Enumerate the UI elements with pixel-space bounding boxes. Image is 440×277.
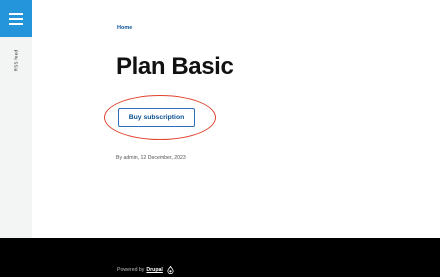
author-date-byline: By admin, 12 December, 2023 bbox=[116, 155, 186, 161]
hamburger-menu-icon[interactable] bbox=[0, 0, 32, 37]
footer bbox=[0, 238, 440, 277]
buy-subscription-button[interactable]: Buy subscription bbox=[118, 108, 195, 127]
menu-line bbox=[9, 12, 23, 15]
powered-by-label: Powered by bbox=[117, 267, 145, 273]
powered-by: Powered by Drupal bbox=[117, 266, 174, 274]
rss-feed-link[interactable]: RSS feed bbox=[9, 44, 23, 76]
drupal-link[interactable]: Drupal bbox=[146, 267, 162, 273]
page-title: Plan Basic bbox=[116, 53, 234, 80]
sidebar: RSS feed bbox=[0, 0, 32, 238]
menu-line bbox=[9, 17, 23, 20]
breadcrumb-home[interactable]: Home bbox=[117, 25, 132, 31]
menu-line bbox=[9, 22, 23, 25]
drupal-drop-icon bbox=[167, 266, 174, 274]
rss-feed-label: RSS feed bbox=[13, 49, 19, 71]
